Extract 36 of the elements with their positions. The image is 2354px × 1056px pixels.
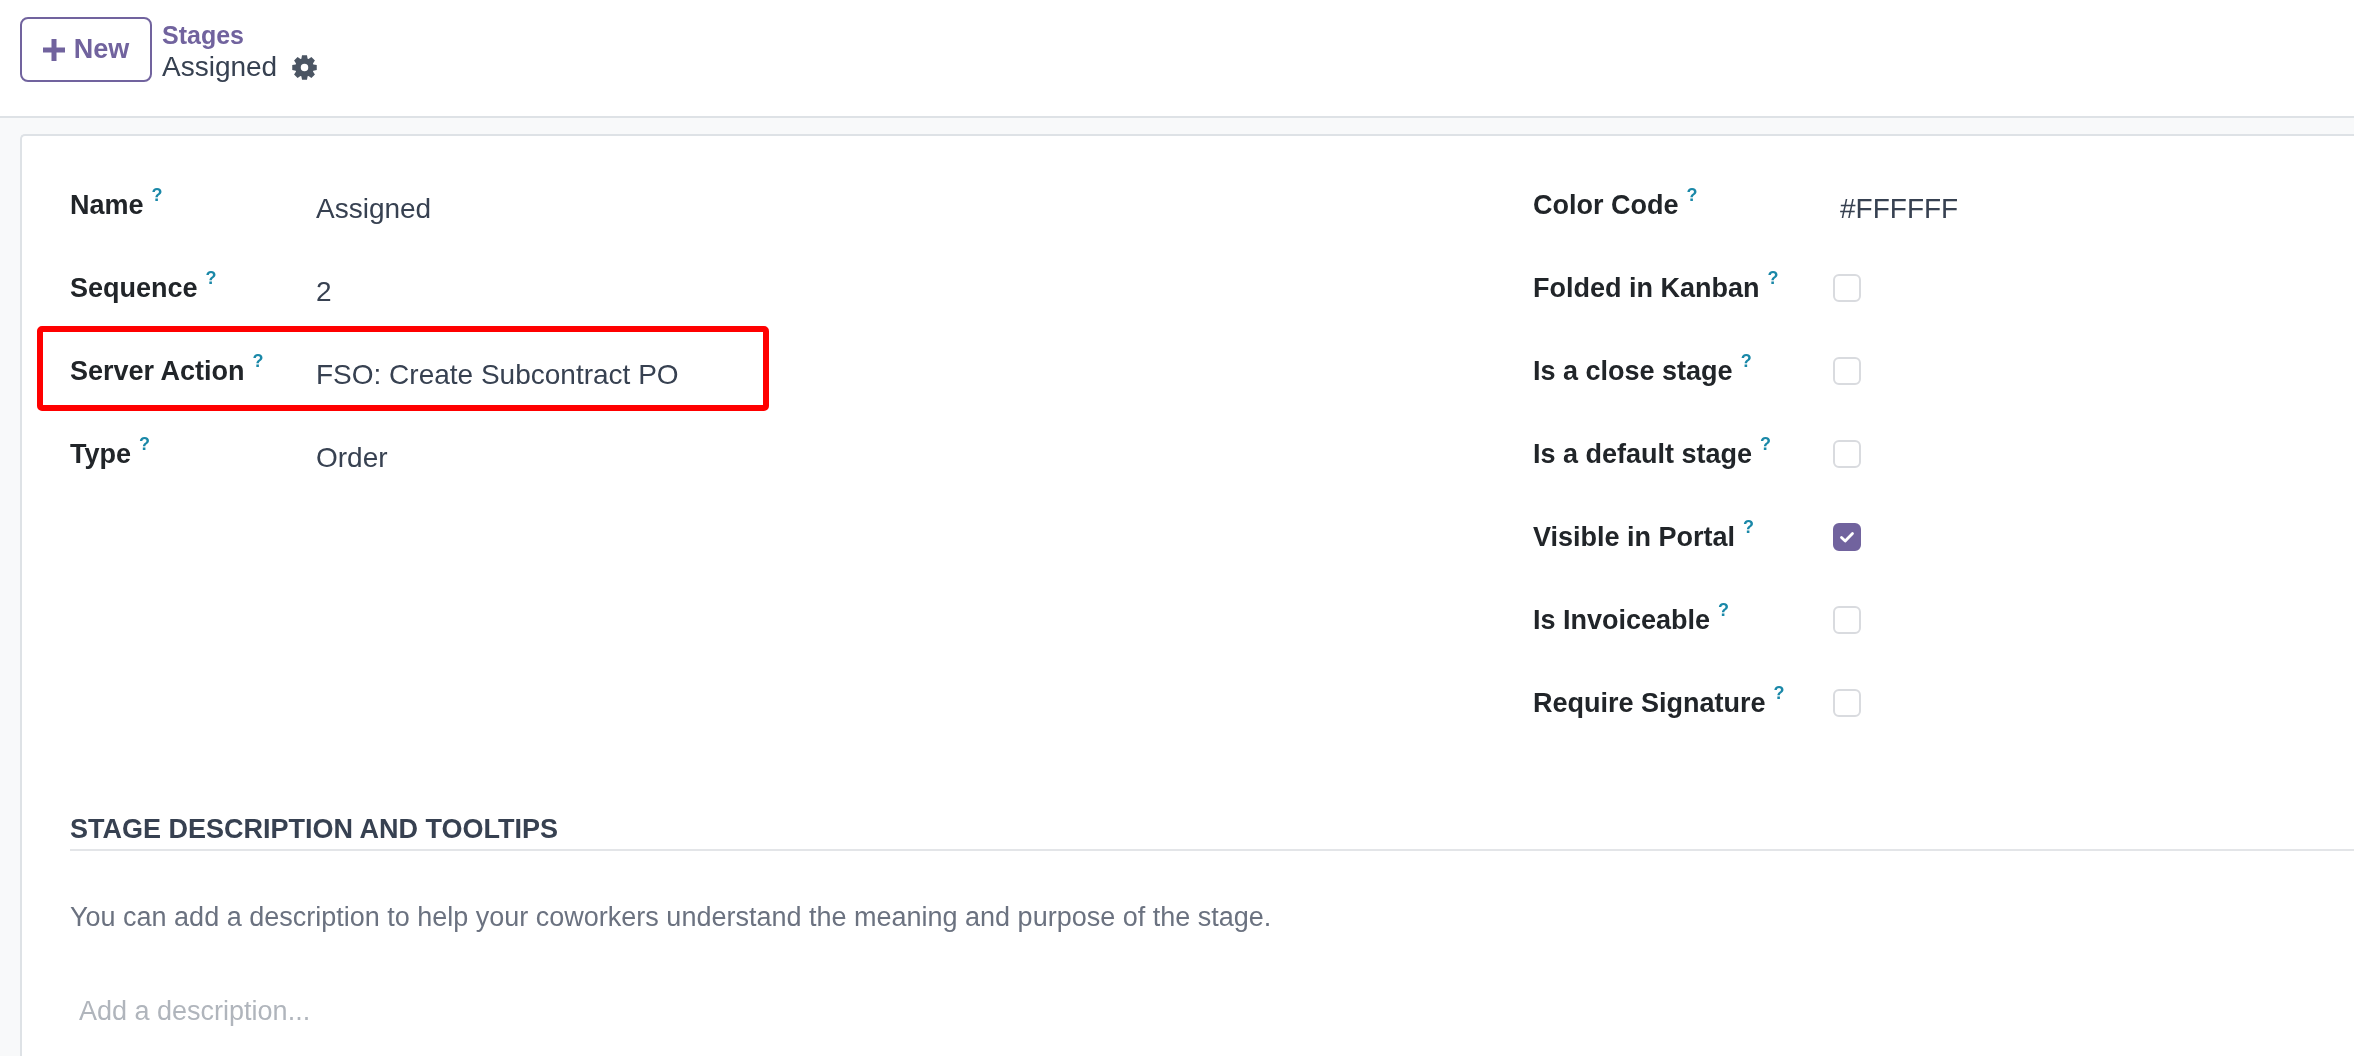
plus-icon [42, 38, 65, 61]
field-label: Sequence [70, 272, 198, 305]
field-label: Color Code [1533, 189, 1679, 222]
help-tooltip[interactable]: ? [139, 435, 150, 453]
help-tooltip[interactable]: ? [205, 269, 217, 287]
checkbox[interactable] [1833, 523, 1861, 551]
help-tooltip[interactable]: ? [151, 186, 163, 204]
field-label: Is a close stage [1533, 355, 1733, 388]
field-label: Type [70, 438, 131, 471]
field-label: Is Invoiceable [1533, 604, 1711, 637]
field-value: 2 [316, 275, 333, 309]
field-label: Name [70, 189, 144, 222]
gear-icon[interactable] [292, 54, 318, 80]
field-value: FSO: Create Subcontract PO [316, 358, 680, 392]
field-label: Visible in Portal [1533, 521, 1736, 554]
help-tooltip[interactable]: ? [1743, 518, 1755, 536]
field-value: Order [316, 441, 389, 475]
help-tooltip[interactable]: ? [1767, 269, 1779, 287]
help-tooltip[interactable]: ? [252, 352, 264, 370]
help-tooltip[interactable]: ? [1686, 186, 1698, 204]
help-tooltip[interactable]: ? [1740, 352, 1752, 370]
new-button[interactable]: New [20, 17, 152, 82]
description-field[interactable]: Add a description... [79, 992, 1479, 1031]
field-value: #FFFFFF [1839, 192, 1960, 226]
help-tooltip[interactable]: ? [1760, 435, 1772, 453]
breadcrumb-link[interactable]: Stages [162, 20, 318, 50]
field-label: Server Action [70, 355, 245, 388]
field-label: Is a default stage [1533, 438, 1753, 471]
help-tooltip[interactable]: ? [1773, 684, 1785, 702]
help-tooltip[interactable]: ? [1718, 601, 1730, 619]
breadcrumb-current: Assigned [162, 50, 278, 84]
field-label: Folded in Kanban [1533, 272, 1760, 305]
field-label: Require Signature [1533, 687, 1766, 720]
section-title: STAGE DESCRIPTION AND TOOLTIPS [70, 813, 559, 846]
section-hint: You can add a description to help your coworkers understand the meaning and purpose of the stage. [70, 901, 1273, 934]
field-value: Assigned [316, 192, 433, 226]
